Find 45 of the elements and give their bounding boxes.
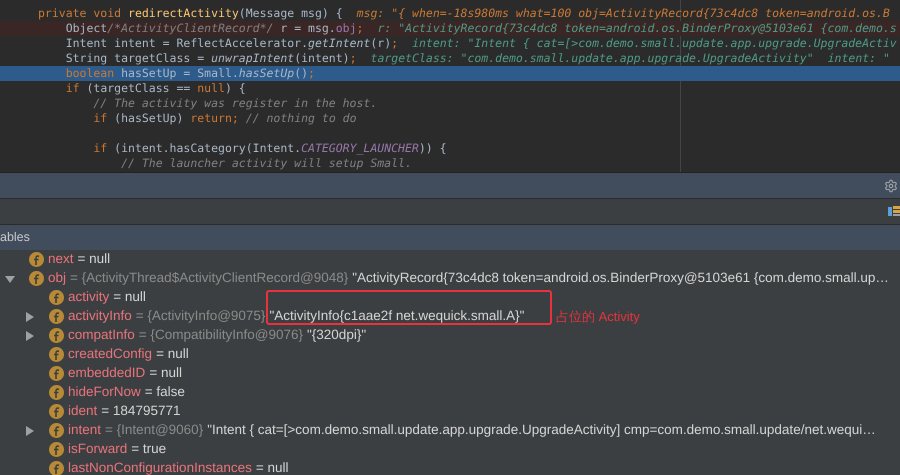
- field-value: = false: [144, 383, 185, 402]
- object-reference: = {ActivityInfo@9075}: [136, 307, 266, 326]
- field-value: "Intent { cat=[>com.demo.small.update.app.upgrade.UpgradeActivity] cmp=com.demo.small.update/net.wequi…: [207, 421, 876, 440]
- field-name: next: [48, 250, 74, 268]
- field-value: = null: [256, 459, 289, 475]
- field-name: obj: [48, 269, 66, 288]
- inline-value-hint: intent: "Intent { cat=[>com.demo.small.update.app.upgrade.UpgradeActiv: [412, 36, 897, 51]
- field-name: ident: [68, 402, 98, 420]
- inline-value-hint: r: "ActivityRecord{73c4dc8 token=android.os.BinderProxy@5103e61 {com.demo.s: [377, 21, 897, 36]
- code-line: // The launcher activity will setup Small.: [120, 156, 412, 171]
- inline-value-hint: targetClass: "com.demo.small.update.app.upgrade.UpgradeActivity": [370, 51, 814, 66]
- field-name: embeddedID: [68, 364, 146, 382]
- field-value: "{320dpi}": [306, 326, 366, 344]
- field-value: = null: [149, 364, 182, 382]
- field-name: activity: [68, 288, 110, 306]
- field-value: = null: [156, 345, 189, 364]
- object-reference: = {Intent@9060}: [105, 421, 204, 440]
- code-line: if (targetClass == null) {: [64, 81, 246, 96]
- field-value: = true: [131, 440, 166, 458]
- field-name: hideForNow: [68, 383, 141, 402]
- code-line: if (hasSetUp) return; // nothing to do: [92, 111, 357, 126]
- object-reference: = {CompatibilityInfo@9076}: [138, 326, 303, 344]
- code-line: boolean hasSetUp = Small.hasSetUp();: [64, 66, 315, 81]
- code-line: if (intent.hasCategory(Intent.CATEGORY_LAUNCHER)) {: [92, 141, 447, 156]
- field-value: = null: [113, 288, 146, 306]
- code-line: private void redirectActivity(Message msg) {: [38, 6, 343, 21]
- code-line: Intent intent = ReflectAccelerator.getIntent(r);: [64, 36, 398, 51]
- code-line: String targetClass = unwrapIntent(intent);: [64, 51, 357, 66]
- object-reference: = {ActivityThread$ActivityClientRecord@9048}: [70, 269, 348, 288]
- field-name: createdConfig: [68, 345, 152, 364]
- code-line: Object/*ActivityClientRecord*/ r = msg.obj;: [64, 21, 364, 36]
- inline-value-hint: msg: "{ when=-18s980ms what=100 obj=ActivityRecord{73c4dc8 token=android.os.B: [356, 6, 890, 21]
- inline-value-hint: intent: ": [828, 51, 890, 66]
- code-line: // The activity was register in the host.: [92, 96, 378, 111]
- field-value: "ActivityInfo{c1aae2f net.wequick.small.A}": [269, 307, 524, 326]
- field-name: isForward: [68, 440, 128, 458]
- field-value: = 184795771: [101, 402, 180, 420]
- field-name: activityInfo: [68, 307, 132, 326]
- field-name: compatInfo: [68, 326, 135, 344]
- field-value: "ActivityRecord{73c4dc8 token=android.os.BinderProxy@5103e61 {com.demo.small.up…: [352, 269, 889, 288]
- field-value: = null: [78, 250, 110, 268]
- annotation-label: 占位的 Activity: [556, 308, 640, 326]
- panel-title: ables: [0, 229, 30, 246]
- field-name: lastNonConfigurationInstances: [68, 459, 252, 475]
- field-name: intent: [68, 421, 102, 440]
